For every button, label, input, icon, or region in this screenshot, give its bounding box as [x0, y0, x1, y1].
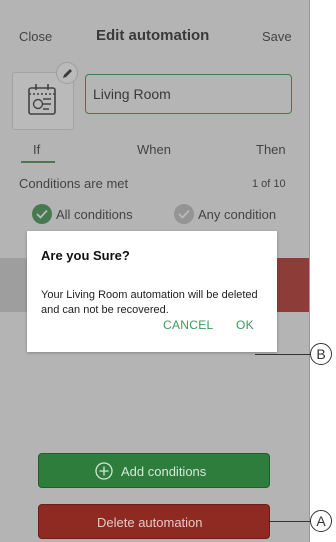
- callout-b: B: [310, 343, 332, 365]
- add-conditions-button[interactable]: Add conditions: [38, 453, 270, 488]
- add-conditions-label: Add conditions: [121, 464, 207, 479]
- plus-circle-icon: [95, 462, 113, 480]
- phone-screen: Close Edit automation Save If When Then …: [0, 0, 310, 542]
- dialog-title: Are you Sure?: [41, 248, 130, 263]
- confirm-dialog: Are you Sure? Your Living Room automatio…: [27, 231, 277, 352]
- delete-automation-label: Delete automation: [97, 515, 203, 530]
- delete-automation-button[interactable]: Delete automation: [38, 504, 270, 539]
- ok-button[interactable]: OK: [236, 318, 254, 332]
- callout-a: A: [310, 510, 332, 532]
- dialog-message: Your Living Room automation will be dele…: [41, 289, 258, 316]
- cancel-button[interactable]: CANCEL: [163, 318, 213, 332]
- callout-line-b: [255, 354, 310, 355]
- callout-line-a: [268, 521, 310, 522]
